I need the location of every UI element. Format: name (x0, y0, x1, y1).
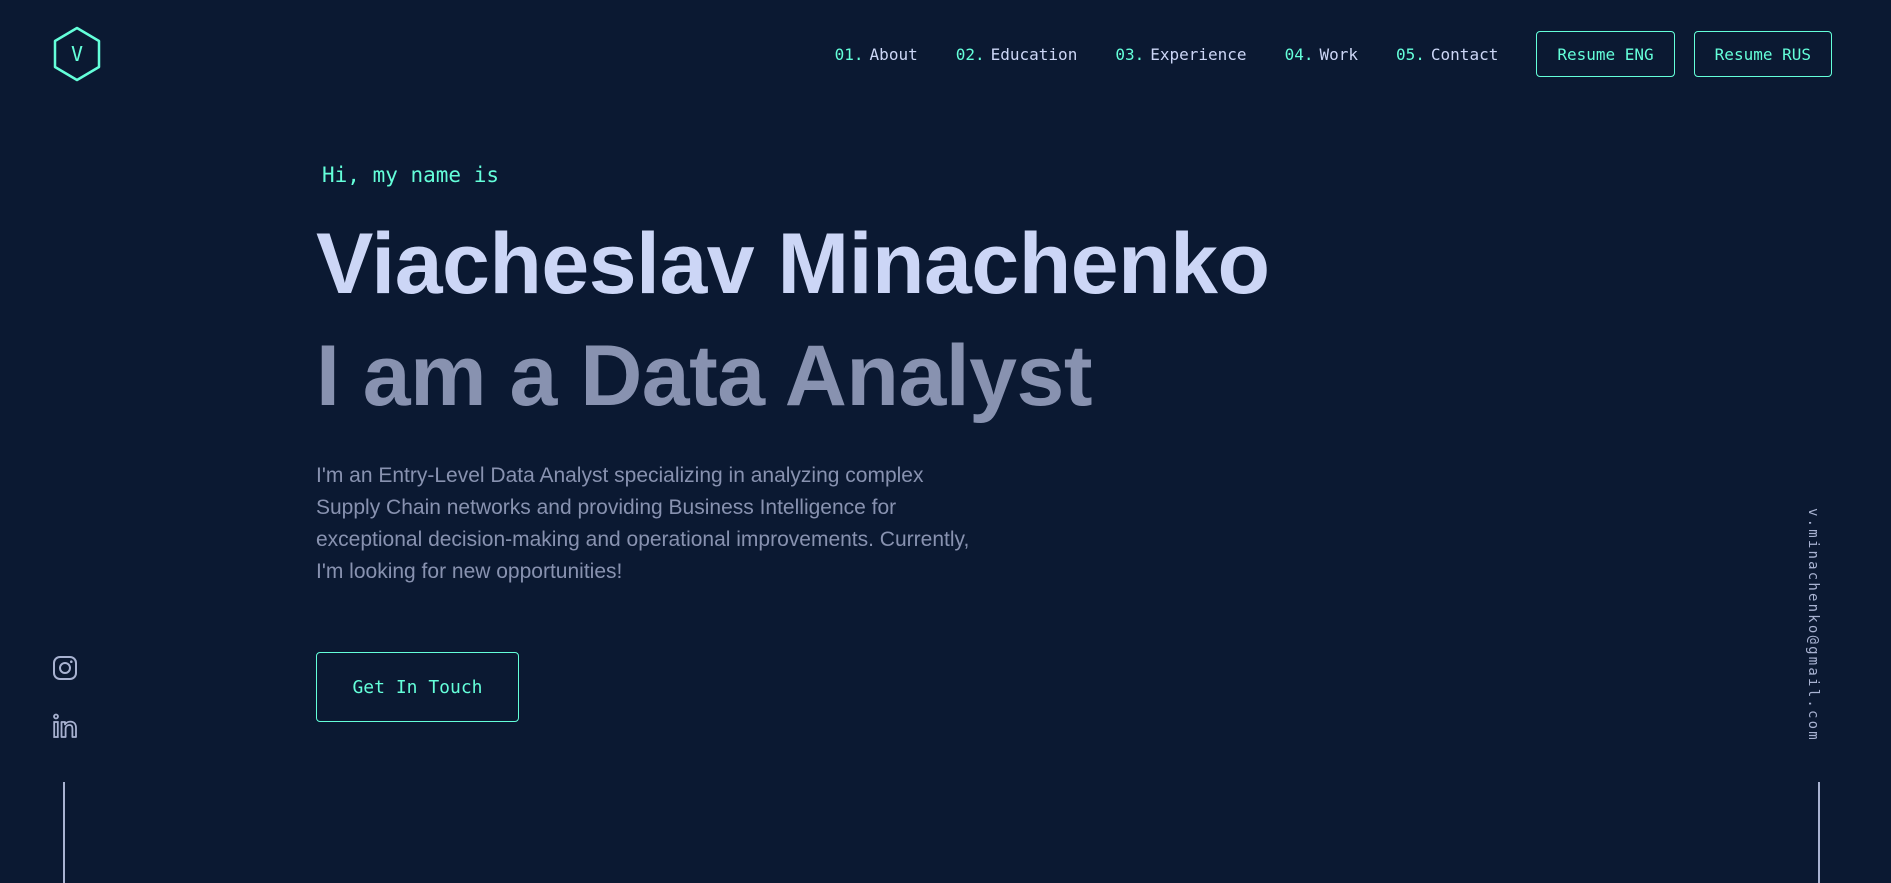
nav-item-label: Contact (1430, 44, 1499, 64)
resume-eng-button[interactable]: Resume ENG (1536, 31, 1675, 77)
nav-item-contact[interactable]: 05. Contact (1396, 45, 1498, 64)
nav-item-label: Work (1319, 44, 1358, 64)
nav-item-about[interactable]: 01. About (835, 45, 918, 64)
nav-item-label: About (869, 44, 918, 64)
hero-description: I'm an Entry-Level Data Analyst speciali… (316, 464, 970, 583)
nav-item-number: 01. (834, 44, 864, 64)
nav-item-work[interactable]: 04. Work (1285, 45, 1358, 64)
get-in-touch-button[interactable]: Get In Touch (316, 652, 519, 722)
hero-name: Viacheslav Minachenko (316, 216, 1270, 312)
instagram-icon (53, 656, 77, 680)
hexagon-logo-icon: V (53, 26, 101, 82)
nav-item-number: 03. (1115, 44, 1145, 64)
hero-greeting: Hi, my name is (322, 163, 500, 187)
email-link[interactable]: v.minachenko@gmail.com (1805, 508, 1821, 742)
hero-tagline: I am a Data Analyst (316, 328, 1092, 424)
nav-item-label: Experience (1150, 44, 1247, 64)
right-vertical-line (1818, 782, 1820, 883)
resume-rus-button[interactable]: Resume RUS (1693, 31, 1832, 77)
nav-item-education[interactable]: 02. Education (956, 45, 1078, 64)
nav-item-number: 05. (1396, 44, 1425, 64)
main-nav: 01. About 02. Education 03. Experience 0… (835, 30, 1832, 78)
logo-letter: V (71, 42, 83, 66)
nav-item-experience[interactable]: 03. Experience (1115, 45, 1246, 64)
site-logo[interactable]: V (52, 26, 102, 82)
linkedin-icon (53, 713, 77, 738)
linkedin-link[interactable] (52, 713, 78, 739)
left-vertical-line (63, 782, 65, 883)
nav-item-number: 04. (1284, 44, 1314, 64)
social-links (52, 655, 78, 771)
hero-section: Hi, my name is Viacheslav Minachenko I a… (316, 160, 1316, 588)
instagram-link[interactable] (52, 655, 78, 681)
nav-item-label: Education (990, 44, 1078, 64)
nav-item-number: 02. (955, 44, 985, 64)
